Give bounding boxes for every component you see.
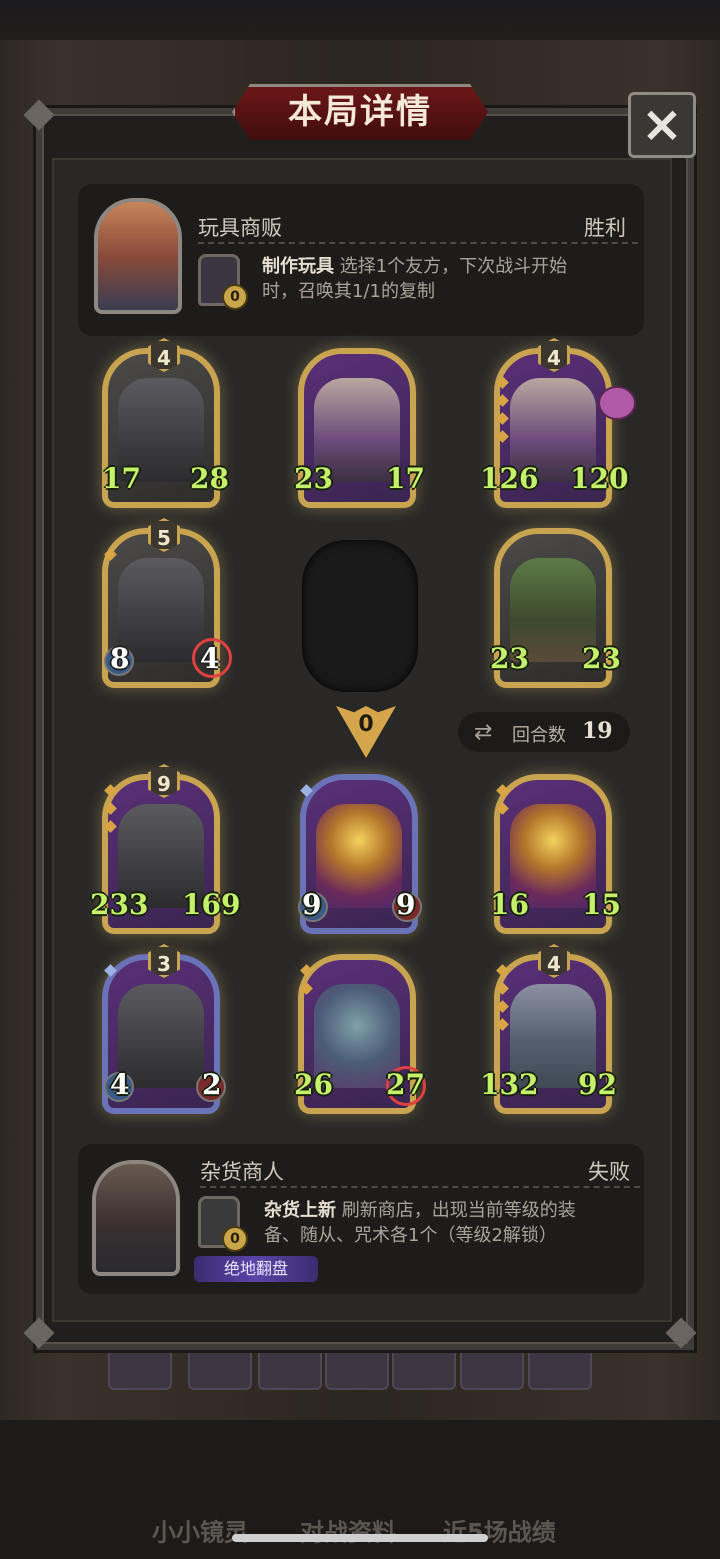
tab-recent-records[interactable]: 近5场战绩 — [443, 1513, 556, 1548]
health-value: 15 — [582, 888, 621, 921]
background-card — [460, 1346, 524, 1390]
attack-value: 9 — [302, 888, 322, 921]
health-value: 4 — [200, 642, 220, 675]
shield-minion-art — [118, 558, 204, 662]
panel-title: 本局详情 — [288, 92, 432, 132]
attack-value: 132 — [480, 1068, 539, 1101]
swap-icon: ⇄ — [474, 720, 493, 745]
toy-charm-icon — [598, 386, 636, 420]
health-value: 27 — [386, 1068, 425, 1101]
tab-mirror-spirit[interactable]: 小小镜灵 — [152, 1513, 248, 1548]
background-card — [188, 1346, 252, 1390]
empty-minion-slot — [302, 540, 418, 692]
top-player-avatar[interactable] — [94, 198, 182, 314]
bottom-skill-name: 杂货上新 — [264, 1200, 336, 1221]
attack-value: 8 — [110, 642, 130, 675]
close-button[interactable]: × — [628, 92, 696, 158]
background-card — [258, 1346, 322, 1390]
attack-value: 23 — [294, 462, 333, 495]
attack-value: 17 — [102, 462, 141, 495]
skill-level-badge: 0 — [222, 284, 248, 310]
top-skill-desc-1: 选择1个友方，下次战斗开始 — [339, 256, 568, 277]
top-skill-desc-2: 时，召唤其1/1的复制 — [262, 281, 435, 302]
tab-battle-info[interactable]: 对战资料 — [300, 1513, 396, 1548]
health-value: 23 — [582, 642, 621, 675]
round-label: 回合数 — [512, 725, 566, 746]
attack-value: 4 — [110, 1068, 130, 1101]
background-card — [108, 1346, 172, 1390]
skill-level-badge: 0 — [222, 1226, 248, 1252]
top-skill-name: 制作玩具 — [262, 256, 334, 277]
health-value: 2 — [202, 1068, 222, 1101]
divider — [198, 242, 638, 244]
bottom-skill-description: 杂货上新 刷新商店，出现当前等级的装 备、随从、咒术各1个（等级2解锁） — [264, 1198, 634, 1248]
background-card — [528, 1346, 592, 1390]
top-player-name: 玩具商贩 — [198, 216, 282, 240]
dragon-minion-art — [316, 804, 402, 908]
attack-counter: 0 — [358, 712, 374, 737]
attack-value: 233 — [90, 888, 149, 921]
health-value: 28 — [190, 462, 229, 495]
comeback-tag: 绝地翻盘 — [194, 1256, 318, 1282]
attack-value: 23 — [490, 642, 529, 675]
health-value: 120 — [570, 462, 629, 495]
bottom-player-result: 失败 — [588, 1160, 630, 1184]
top-skill-description: 制作玩具 选择1个友方，下次战斗开始 时，召唤其1/1的复制 — [262, 254, 634, 304]
round-value: 19 — [582, 718, 613, 744]
top-player-result: 胜利 — [584, 216, 626, 240]
background-card — [392, 1346, 456, 1390]
health-value: 9 — [396, 888, 416, 921]
health-value: 92 — [578, 1068, 617, 1101]
bottom-player-avatar[interactable] — [92, 1160, 180, 1276]
bottom-player-name: 杂货商人 — [200, 1160, 284, 1184]
attack-value: 126 — [480, 462, 539, 495]
attack-value: 16 — [490, 888, 529, 921]
background-card — [325, 1346, 389, 1390]
health-value: 169 — [182, 888, 241, 921]
shield-minion-art — [118, 984, 204, 1088]
health-value: 17 — [386, 462, 425, 495]
home-indicator[interactable] — [232, 1534, 488, 1542]
attack-value: 26 — [294, 1068, 333, 1101]
divider — [200, 1186, 640, 1188]
bottom-skill-desc-2: 备、随从、咒术各1个（等级2解锁） — [264, 1225, 557, 1246]
bottom-skill-desc-1: 刷新商店，出现当前等级的装 — [341, 1200, 576, 1221]
